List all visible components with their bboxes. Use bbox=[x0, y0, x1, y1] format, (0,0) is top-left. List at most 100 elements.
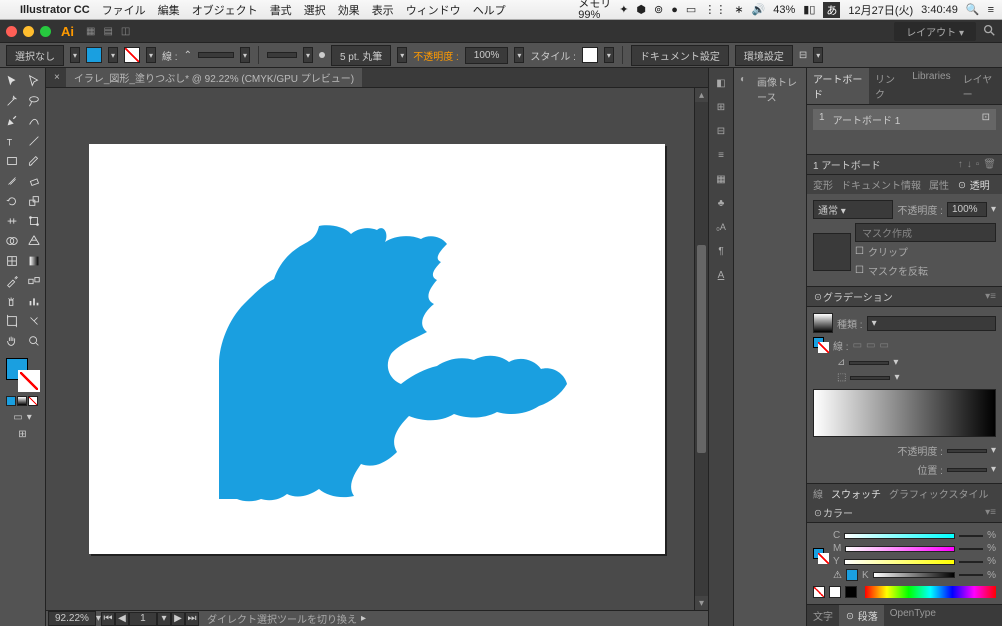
menu-effect[interactable]: 効果 bbox=[338, 2, 360, 18]
blend-tool[interactable] bbox=[24, 272, 44, 290]
fill-stroke-indicator[interactable] bbox=[2, 358, 43, 394]
menu-select[interactable]: 選択 bbox=[304, 2, 326, 18]
none-swatch[interactable] bbox=[813, 586, 825, 598]
selection-tool[interactable] bbox=[2, 72, 22, 90]
nav-artboard[interactable]: 1 bbox=[129, 612, 157, 626]
color-mode-none[interactable] bbox=[28, 396, 38, 406]
k-slider[interactable] bbox=[873, 572, 955, 578]
dock-symbols-icon[interactable]: ⊟ bbox=[712, 122, 730, 140]
workspace-dropdown[interactable]: レイアウト ▾ bbox=[894, 22, 976, 41]
fill-dropdown[interactable] bbox=[108, 47, 118, 63]
document-tab[interactable]: イラレ_図形_塗りつぶし* @ 92.22% (CMYK/GPU プレビュー) bbox=[66, 68, 362, 87]
scrollbar-vertical[interactable]: ▴ ▾ bbox=[694, 88, 708, 610]
nav-dropdown[interactable]: ▾ bbox=[157, 612, 171, 626]
selection-dropdown[interactable] bbox=[70, 47, 80, 63]
nav-next[interactable]: ▶ bbox=[171, 612, 185, 626]
canvas[interactable] bbox=[46, 88, 708, 610]
y-slider[interactable] bbox=[844, 559, 955, 565]
lasso-tool[interactable] bbox=[24, 92, 44, 110]
grad-location-field[interactable] bbox=[947, 468, 987, 472]
color-mode-gradient[interactable] bbox=[17, 396, 27, 406]
scroll-down[interactable]: ▾ bbox=[695, 596, 708, 610]
blend-mode-dropdown[interactable]: 通常 ▾ bbox=[813, 200, 893, 219]
search-icon[interactable] bbox=[982, 23, 996, 40]
grad-angle-field[interactable] bbox=[849, 361, 889, 365]
spectrum[interactable] bbox=[865, 586, 996, 598]
dropbox-icon[interactable]: ⬢ bbox=[636, 3, 646, 16]
search-icon[interactable]: 🔍 bbox=[966, 3, 980, 16]
type-tool[interactable]: T bbox=[2, 132, 22, 150]
free-transform-tool[interactable] bbox=[24, 212, 44, 230]
scroll-thumb[interactable] bbox=[697, 245, 706, 454]
m-value[interactable] bbox=[959, 548, 983, 550]
scale-tool[interactable] bbox=[24, 192, 44, 210]
menu-file[interactable]: ファイル bbox=[102, 2, 146, 18]
brush-dropdown[interactable] bbox=[397, 47, 407, 63]
tab-swatches[interactable]: スウォッチ bbox=[831, 486, 881, 501]
gradient-preview[interactable] bbox=[813, 313, 833, 333]
volume-icon[interactable]: 🔊 bbox=[752, 3, 766, 16]
dock-glyphs-icon[interactable]: A bbox=[712, 266, 730, 284]
grad-type-dropdown[interactable]: ▾ bbox=[867, 316, 996, 331]
width-tool[interactable] bbox=[2, 212, 22, 230]
evernote-icon[interactable]: ✦ bbox=[619, 3, 628, 16]
grad-opacity-field[interactable] bbox=[947, 449, 987, 453]
align-icon[interactable]: ⊟ bbox=[799, 50, 807, 61]
cc-icon[interactable]: ⊚ bbox=[654, 3, 663, 16]
tab-attributes[interactable]: 属性 bbox=[929, 177, 949, 192]
curvature-tool[interactable] bbox=[24, 112, 44, 130]
slice-tool[interactable] bbox=[24, 312, 44, 330]
white-swatch[interactable] bbox=[829, 586, 841, 598]
stroke-dropdown[interactable] bbox=[146, 47, 156, 63]
var-width-dropdown[interactable] bbox=[303, 47, 313, 63]
image-trace-label[interactable]: 画像トレース bbox=[757, 74, 800, 104]
dock-stroke-icon[interactable]: ≡ bbox=[712, 146, 730, 164]
tab-character[interactable]: 文字 bbox=[807, 605, 839, 626]
zoom-tool[interactable] bbox=[24, 332, 44, 350]
dock-para-icon[interactable]: ¶ bbox=[712, 242, 730, 260]
nav-prev[interactable]: ◀ bbox=[115, 612, 129, 626]
c-value[interactable] bbox=[959, 535, 983, 537]
color-mode-solid[interactable] bbox=[6, 396, 16, 406]
shaper-tool[interactable] bbox=[2, 172, 22, 190]
zoom-field[interactable]: 92.22% bbox=[48, 611, 96, 626]
menu-view[interactable]: 表示 bbox=[372, 2, 394, 18]
artboard-new-icon[interactable]: ▫ bbox=[976, 159, 980, 170]
symbol-sprayer-tool[interactable] bbox=[2, 292, 22, 310]
y-value[interactable] bbox=[959, 561, 983, 563]
mesh-tool[interactable] bbox=[2, 252, 22, 270]
artboard[interactable] bbox=[89, 144, 665, 554]
c-slider[interactable] bbox=[844, 533, 955, 539]
artboard-item[interactable]: 1 アートボード 1 ⊡ bbox=[813, 109, 996, 130]
opacity-label[interactable]: 不透明度 : bbox=[413, 48, 459, 63]
dock-appearance-icon[interactable]: ♣ bbox=[712, 194, 730, 212]
close-button[interactable] bbox=[6, 26, 17, 37]
opacity-field[interactable]: 100% bbox=[465, 47, 509, 64]
app-name[interactable]: Illustrator CC bbox=[20, 4, 90, 16]
align-dropdown[interactable] bbox=[813, 47, 823, 63]
tab-transparency[interactable]: ☉ 透明 bbox=[957, 177, 990, 192]
pen-tool[interactable] bbox=[2, 112, 22, 130]
screen-mode-normal[interactable]: ▭ bbox=[13, 412, 22, 423]
scroll-up[interactable]: ▴ bbox=[695, 88, 708, 102]
stroke-color[interactable] bbox=[18, 370, 40, 392]
dock-color-icon[interactable]: ◧ bbox=[712, 74, 730, 92]
grad-fillstroke[interactable] bbox=[813, 337, 829, 353]
grad-stroke-opt3[interactable]: ▭ bbox=[879, 340, 888, 351]
trans-opacity-dd[interactable]: ▾ bbox=[991, 204, 996, 215]
menu-help[interactable]: ヘルプ bbox=[473, 2, 506, 18]
paintbrush-tool[interactable] bbox=[24, 152, 44, 170]
warn-icon[interactable]: ⚠ bbox=[833, 570, 842, 581]
tab-links[interactable]: リンク bbox=[869, 68, 906, 104]
dock-char-icon[interactable]: ₀A bbox=[712, 218, 730, 236]
battery-icon[interactable]: ▮▯ bbox=[803, 3, 815, 16]
stock-icon[interactable]: ▤ bbox=[103, 26, 112, 37]
menu-edit[interactable]: 編集 bbox=[158, 2, 180, 18]
prefs-button[interactable]: 環境設定 bbox=[735, 45, 793, 66]
vector-shape[interactable] bbox=[89, 144, 665, 554]
nav-first[interactable]: ⏮ bbox=[101, 612, 115, 626]
stroke-weight-decrement[interactable]: ⌃ bbox=[184, 50, 192, 61]
stroke-weight-field[interactable] bbox=[198, 52, 234, 58]
gradient-tool[interactable] bbox=[24, 252, 44, 270]
k-value[interactable] bbox=[959, 574, 983, 576]
